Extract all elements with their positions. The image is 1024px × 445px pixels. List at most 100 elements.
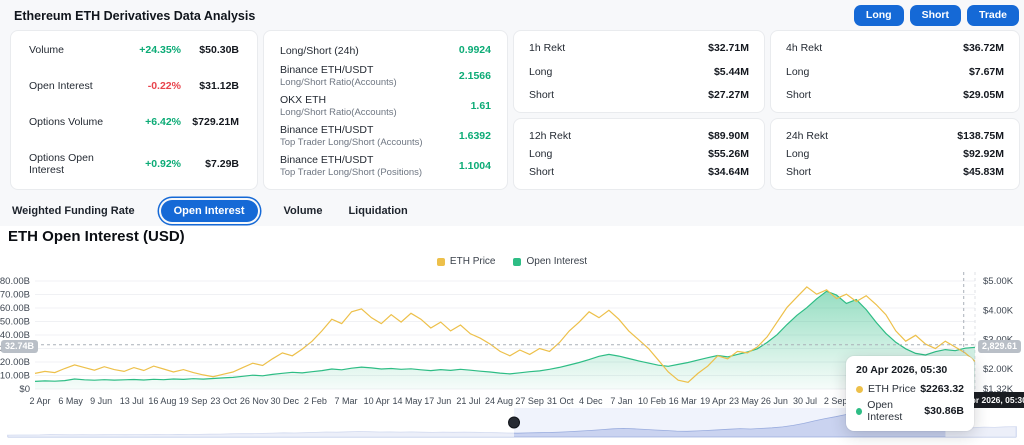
ratio-row: Binance ETH/USDT Top Trader Long/Short (… — [280, 154, 491, 179]
rekt-long-label: Long — [529, 66, 552, 78]
navigator-left-handle[interactable] — [509, 417, 520, 428]
rekt-long-value: $7.67M — [946, 66, 1004, 78]
rekt-total: $89.90M — [691, 130, 749, 142]
x-axis-tick-label: 30 Jul — [793, 396, 817, 406]
rekt-long-value: $55.26M — [691, 148, 749, 160]
x-axis-tick-label: 4 Dec — [579, 396, 603, 406]
tooltip-row-eth-price: ETH Price $2263.32 — [856, 383, 964, 395]
x-axis-tick-label: 16 Mar — [669, 396, 697, 406]
stat-row-options-volume: Options Volume +6.42% $729.21M — [29, 116, 239, 128]
ratio-sublabel: Long/Short Ratio(Accounts) — [280, 77, 397, 89]
chart-tooltip: 20 Apr 2026, 05:30 ETH Price $2263.32 Op… — [846, 356, 974, 431]
ratio-row: Long/Short (24h) 0.9924 — [280, 41, 491, 59]
stat-value: $729.21M — [181, 116, 239, 128]
stat-row-options-open-interest: Options Open Interest +0.92% $7.29B — [29, 152, 239, 176]
rekt-long-label: Long — [786, 148, 809, 160]
x-axis-tick-label: 26 Jun — [761, 396, 788, 406]
x-axis-tick-label: 9 Jun — [90, 396, 112, 406]
header-buttons: Long Short Trade — [854, 5, 1019, 26]
x-axis-tick-label: 19 Sep — [179, 396, 208, 406]
page-title: Ethereum ETH Derivatives Data Analysis — [14, 9, 255, 23]
eth-price-dot-icon — [856, 386, 863, 393]
x-axis-tick-label: 13 Jul — [120, 396, 144, 406]
ratio-value: 0.9924 — [459, 44, 491, 56]
left-axis-label: $60.00B — [0, 303, 30, 314]
ratio-label: Long/Short (24h) — [280, 45, 359, 57]
ratio-sublabel: Top Trader Long/Short (Accounts) — [280, 137, 423, 149]
x-axis-tick-label: 10 Feb — [638, 396, 666, 406]
left-axis-label: $0 — [19, 384, 30, 395]
right-axis-crosshair-badge: 2,829.61 — [978, 340, 1021, 353]
rekt-short-value: $34.64M — [691, 166, 749, 178]
x-axis-tick-label: 7 Mar — [334, 396, 357, 406]
x-axis-tick-label: 19 Apr — [700, 396, 726, 406]
rekt-total: $36.72M — [946, 42, 1004, 54]
stat-value: $31.12B — [181, 80, 239, 92]
rekt-short-label: Short — [786, 89, 811, 101]
long-button[interactable]: Long — [854, 5, 904, 26]
left-axis-label: $10.00B — [0, 371, 30, 382]
stat-value: $50.30B — [181, 44, 239, 56]
derivatives-dashboard: { "header": { "title": "Ethereum ETH Der… — [0, 0, 1024, 445]
x-axis-tick-label: 14 May — [392, 396, 422, 406]
open-interest-area — [35, 291, 975, 389]
stat-row-volume: Volume +24.35% $50.30B — [29, 44, 239, 56]
ratio-sublabel: Top Trader Long/Short (Positions) — [280, 167, 422, 179]
short-button[interactable]: Short — [910, 5, 961, 26]
stat-pct: +0.92% — [123, 158, 181, 170]
x-axis-tick-label: 31 Oct — [547, 396, 574, 406]
tooltip-value: $30.86B — [924, 405, 964, 417]
ratio-value: 2.1566 — [459, 70, 491, 82]
navigator-unselected-left — [8, 408, 514, 437]
chart-tabs: Weighted Funding Rate Open Interest Volu… — [12, 200, 408, 222]
x-axis-tick-label: 7 Jan — [610, 396, 632, 406]
rekt-total: $32.71M — [691, 42, 749, 54]
x-axis-tick-label: 2 Sep — [824, 396, 848, 406]
ratio-value: 1.1004 — [459, 160, 491, 172]
rekt-card-12h: 12h Rekt$89.90M Long$55.26M Short$34.64M — [513, 118, 765, 190]
right-axis-label: $4.00K — [983, 305, 1014, 316]
right-axis-label: $2.00K — [983, 364, 1014, 375]
x-axis-tick-label: 2 Feb — [304, 396, 327, 406]
rekt-title: 4h Rekt — [786, 42, 822, 54]
x-axis-tick-label: 2 Apr — [29, 396, 50, 406]
ratio-value: 1.6392 — [459, 130, 491, 142]
left-axis-label: $80.00B — [0, 276, 30, 287]
ratio-row: OKX ETH Long/Short Ratio(Accounts) 1.61 — [280, 94, 491, 119]
stat-pct: -0.22% — [123, 80, 181, 92]
x-axis-tick-label: 30 Dec — [271, 396, 300, 406]
right-axis-label: $5.00K — [983, 276, 1014, 287]
rekt-short-value: $29.05M — [946, 89, 1004, 101]
ratio-label: OKX ETH — [280, 94, 397, 107]
rekt-title: 12h Rekt — [529, 130, 571, 142]
stat-pct: +24.35% — [123, 44, 181, 56]
ratio-label: Binance ETH/USDT — [280, 64, 397, 77]
tab-liquidation[interactable]: Liquidation — [348, 205, 407, 217]
rekt-title: 1h Rekt — [529, 42, 565, 54]
stat-label: Options Volume — [29, 116, 103, 128]
x-axis-tick-label: 24 Aug — [485, 396, 513, 406]
trade-button[interactable]: Trade — [967, 5, 1019, 26]
tooltip-label: ETH Price — [868, 383, 916, 395]
stats-card: Volume +24.35% $50.30B Open Interest -0.… — [10, 30, 258, 190]
stat-label: Open Interest — [29, 80, 93, 92]
x-axis-tick-label: 21 Jul — [456, 396, 480, 406]
rekt-card-1h: 1h Rekt$32.71M Long$5.44M Short$27.27M — [513, 30, 765, 113]
open-interest-chart[interactable]: $80.00B$70.00B$60.00B$50.00B$40.00B$30.0… — [0, 265, 1024, 445]
left-axis-label: $20.00B — [0, 357, 30, 368]
tooltip-label: Open Interest — [867, 399, 924, 423]
x-axis-tick-label: 6 May — [58, 396, 83, 406]
left-axis-label: $70.00B — [0, 290, 30, 301]
rekt-short-label: Short — [529, 89, 554, 101]
ratio-row: Binance ETH/USDT Long/Short Ratio(Accoun… — [280, 64, 491, 89]
x-axis-tick-label: 26 Nov — [240, 396, 269, 406]
tooltip-value: $2263.32 — [920, 383, 964, 395]
rekt-card-4h: 4h Rekt$36.72M Long$7.67M Short$29.05M — [770, 30, 1020, 113]
stat-row-open-interest: Open Interest -0.22% $31.12B — [29, 80, 239, 92]
rekt-card-24h: 24h Rekt$138.75M Long$92.92M Short$45.83… — [770, 118, 1020, 190]
rekt-short-value: $45.83M — [946, 166, 1004, 178]
tab-open-interest[interactable]: Open Interest — [161, 200, 258, 222]
rekt-long-label: Long — [529, 148, 552, 160]
tab-weighted-funding-rate[interactable]: Weighted Funding Rate — [12, 205, 135, 217]
tab-volume[interactable]: Volume — [284, 205, 323, 217]
